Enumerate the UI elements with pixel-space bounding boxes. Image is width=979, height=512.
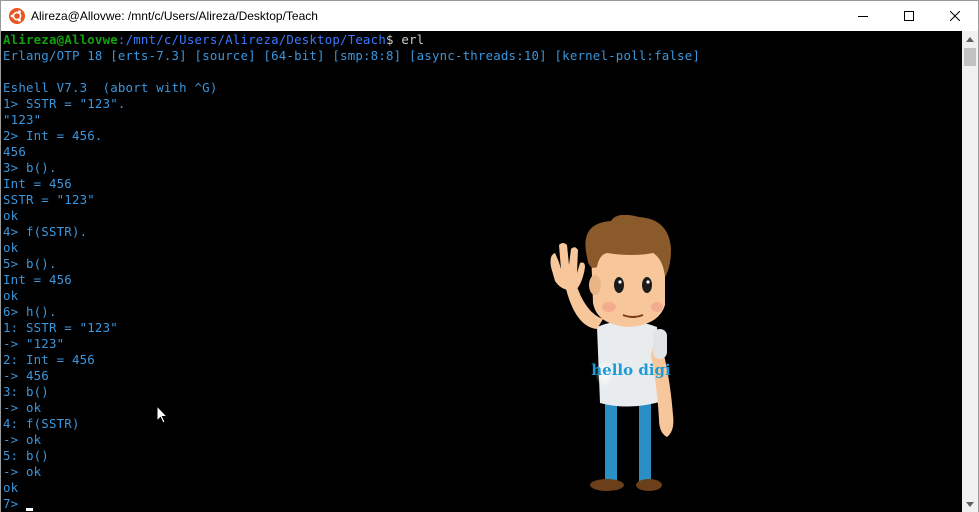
title-bar[interactable]: Alireza@Allovwe: /mnt/c/Users/Alireza/De…: [1, 1, 978, 31]
terminal-line: 4> f(SSTR).: [3, 224, 88, 239]
terminal-line: 7>: [3, 496, 33, 512]
terminal-output[interactable]: Alireza@Allovwe:/mnt/c/Users/Alireza/Des…: [1, 31, 962, 512]
terminal-line: 4: f(SSTR): [3, 416, 80, 431]
terminal-line: Int = 456: [3, 272, 72, 287]
terminal-line: 1: SSTR = "123": [3, 320, 118, 335]
terminal-line: 5: b(): [3, 448, 49, 463]
terminal-line: -> ok: [3, 432, 42, 447]
window-title: Alireza@Allovwe: /mnt/c/Users/Alireza/De…: [31, 9, 318, 23]
terminal-line: 3> b().: [3, 160, 57, 175]
scrollbar-thumb[interactable]: [964, 48, 976, 66]
ubuntu-icon[interactable]: [9, 8, 25, 24]
terminal-line: ok: [3, 240, 19, 255]
shirt-text: hello digi: [591, 361, 671, 379]
scroll-up-button[interactable]: [962, 31, 978, 47]
terminal-line: ok: [3, 208, 19, 223]
terminal-line: 456: [3, 144, 26, 159]
terminal-line: Int = 456: [3, 176, 72, 191]
minimize-button[interactable]: [840, 1, 886, 31]
terminal-line: 6> h().: [3, 304, 57, 319]
maximize-button[interactable]: [886, 1, 932, 31]
text-cursor: [25, 508, 33, 511]
terminal-window: Alireza@Allovwe: /mnt/c/Users/Alireza/De…: [0, 0, 979, 512]
terminal-line: -> 456: [3, 368, 49, 383]
terminal-line: -> "123": [3, 336, 65, 351]
terminal-line: "123": [3, 112, 42, 127]
prompt-command: $ erl: [386, 32, 425, 47]
terminal-line: -> ok: [3, 464, 42, 479]
terminal-line: 1> SSTR = "123".: [3, 96, 126, 111]
maximize-icon: [904, 11, 914, 21]
mouse-pointer-icon: [156, 405, 168, 424]
terminal-line: 5> b().: [3, 256, 57, 271]
close-button[interactable]: [932, 1, 978, 31]
terminal-line: ok: [3, 288, 19, 303]
prompt-line: Alireza@Allovwe:/mnt/c/Users/Alireza/Des…: [3, 32, 424, 48]
chevron-down-icon: [966, 501, 974, 507]
prompt-user: Alireza@Allovwe: [3, 32, 118, 47]
terminal-line: 2> Int = 456.: [3, 128, 103, 143]
terminal-line: 3: b(): [3, 384, 49, 399]
vertical-scrollbar[interactable]: [962, 31, 978, 512]
minimize-icon: [858, 16, 868, 17]
terminal-line: -> ok: [3, 400, 42, 415]
prompt-path: :/mnt/c/Users/Alireza/Desktop/Teach: [117, 32, 386, 47]
terminal-line: ok: [3, 480, 19, 495]
chevron-up-icon: [966, 36, 974, 42]
terminal-line: Erlang/OTP 18 [erts-7.3] [source] [64-bi…: [3, 48, 701, 63]
terminal-line: SSTR = "123": [3, 192, 95, 207]
terminal-line: Eshell V7.3 (abort with ^G): [3, 80, 218, 95]
terminal-line: 2: Int = 456: [3, 352, 95, 367]
close-icon: [950, 11, 960, 21]
mascot-image: hello digi: [550, 215, 674, 491]
scroll-down-button[interactable]: [962, 496, 978, 512]
